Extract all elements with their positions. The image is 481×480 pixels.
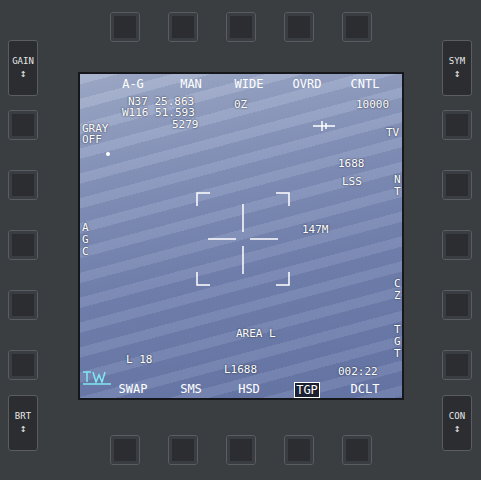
option-label[interactable]: SWAP xyxy=(118,382,149,398)
rocker-arrow: ↕ xyxy=(454,68,461,80)
option-label[interactable]: OVRD xyxy=(278,77,336,91)
rocker-label: GAIN xyxy=(12,56,34,66)
osb-button[interactable] xyxy=(110,435,140,465)
option-label[interactable]: SMS xyxy=(179,382,203,398)
osb-button[interactable] xyxy=(8,170,38,200)
elevation: 5279 xyxy=(172,119,199,131)
crosshair-icon xyxy=(196,192,290,286)
slant-range: 147M xyxy=(302,224,329,236)
osb-button[interactable] xyxy=(168,12,198,42)
longitude: W116 51.593 xyxy=(122,107,195,119)
osb-button[interactable] xyxy=(8,230,38,260)
rocker-switch[interactable]: CON ↕ xyxy=(442,395,472,451)
option-label[interactable]: WIDE xyxy=(220,77,278,91)
option-label[interactable]: CNTL xyxy=(336,77,394,91)
rocker-arrow: ↕ xyxy=(20,423,27,435)
rocker-label: BRT xyxy=(15,411,31,421)
osb-button[interactable] xyxy=(442,290,472,320)
aircraft-icon xyxy=(312,119,336,133)
osb-button[interactable] xyxy=(284,435,314,465)
rocker-switch[interactable]: BRT ↕ xyxy=(8,395,38,451)
osb-button[interactable] xyxy=(8,110,38,140)
osb-button[interactable] xyxy=(226,435,256,465)
lss-label: LSS xyxy=(342,176,362,188)
option-label[interactable]: A-G xyxy=(104,77,162,91)
osb-button[interactable] xyxy=(284,12,314,42)
osb-button[interactable] xyxy=(442,230,472,260)
option-label[interactable]: MAN xyxy=(162,77,220,91)
option-label[interactable]: HSD xyxy=(237,382,261,398)
osb-button[interactable] xyxy=(110,12,140,42)
video-frame xyxy=(80,74,402,398)
laser-count: L 18 xyxy=(126,354,153,366)
rocker-switch[interactable]: SYM ↕ xyxy=(442,40,472,96)
marker-dot xyxy=(106,152,110,156)
rocker-label: CON xyxy=(449,411,465,421)
osb-button[interactable] xyxy=(342,12,372,42)
laser-code: 1688 xyxy=(338,158,365,170)
option-label[interactable]: TGP xyxy=(294,382,320,398)
nt-option[interactable]: NT xyxy=(394,174,401,198)
osb-button[interactable] xyxy=(8,350,38,380)
tgt-option[interactable]: TGT xyxy=(394,324,401,360)
top-options: A-GMANWIDEOVRDCNTL xyxy=(104,77,394,91)
osb-button[interactable] xyxy=(442,110,472,140)
right-bezel: SYM ↕ CON ↕ xyxy=(404,0,481,480)
sensor-mode: TV xyxy=(386,127,399,139)
osb-button[interactable] xyxy=(442,350,472,380)
time-zone: 0Z xyxy=(234,99,247,111)
rocker-arrow: ↕ xyxy=(20,68,27,80)
track-mode: AREA L xyxy=(236,328,276,340)
laser-status-icon xyxy=(82,370,112,386)
osb-button[interactable] xyxy=(226,12,256,42)
osb-button[interactable] xyxy=(442,170,472,200)
osb-button[interactable] xyxy=(342,435,372,465)
rocker-arrow: ↕ xyxy=(454,423,461,435)
osb-button[interactable] xyxy=(8,290,38,320)
gray-state: OFF xyxy=(82,134,102,146)
mfd: GAIN ↕ BRT ↕ A-GMANWIDEOVRDCNTLN37 25.863W11… xyxy=(0,0,481,480)
tgp-display: A-GMANWIDEOVRDCNTLN37 25.863W116 51.5935… xyxy=(78,72,404,400)
option-label[interactable]: DCLT xyxy=(350,382,381,398)
cz-option[interactable]: CZ xyxy=(394,278,401,302)
bottom-options: SWAP SMS HSD TGP DCLT xyxy=(104,382,394,398)
osb-button[interactable] xyxy=(168,435,198,465)
rocker-label: SYM xyxy=(449,56,465,66)
center-bezel: A-GMANWIDEOVRDCNTLN37 25.863W116 51.5935… xyxy=(78,0,404,480)
rocker-switch[interactable]: GAIN ↕ xyxy=(8,40,38,96)
left-bezel: GAIN ↕ BRT ↕ xyxy=(0,0,78,480)
altitude: 10000 xyxy=(356,99,389,111)
timer: 002:22 xyxy=(338,366,378,378)
laser-code-lower: L1688 xyxy=(224,364,257,376)
agc-option[interactable]: AGC xyxy=(82,222,89,258)
